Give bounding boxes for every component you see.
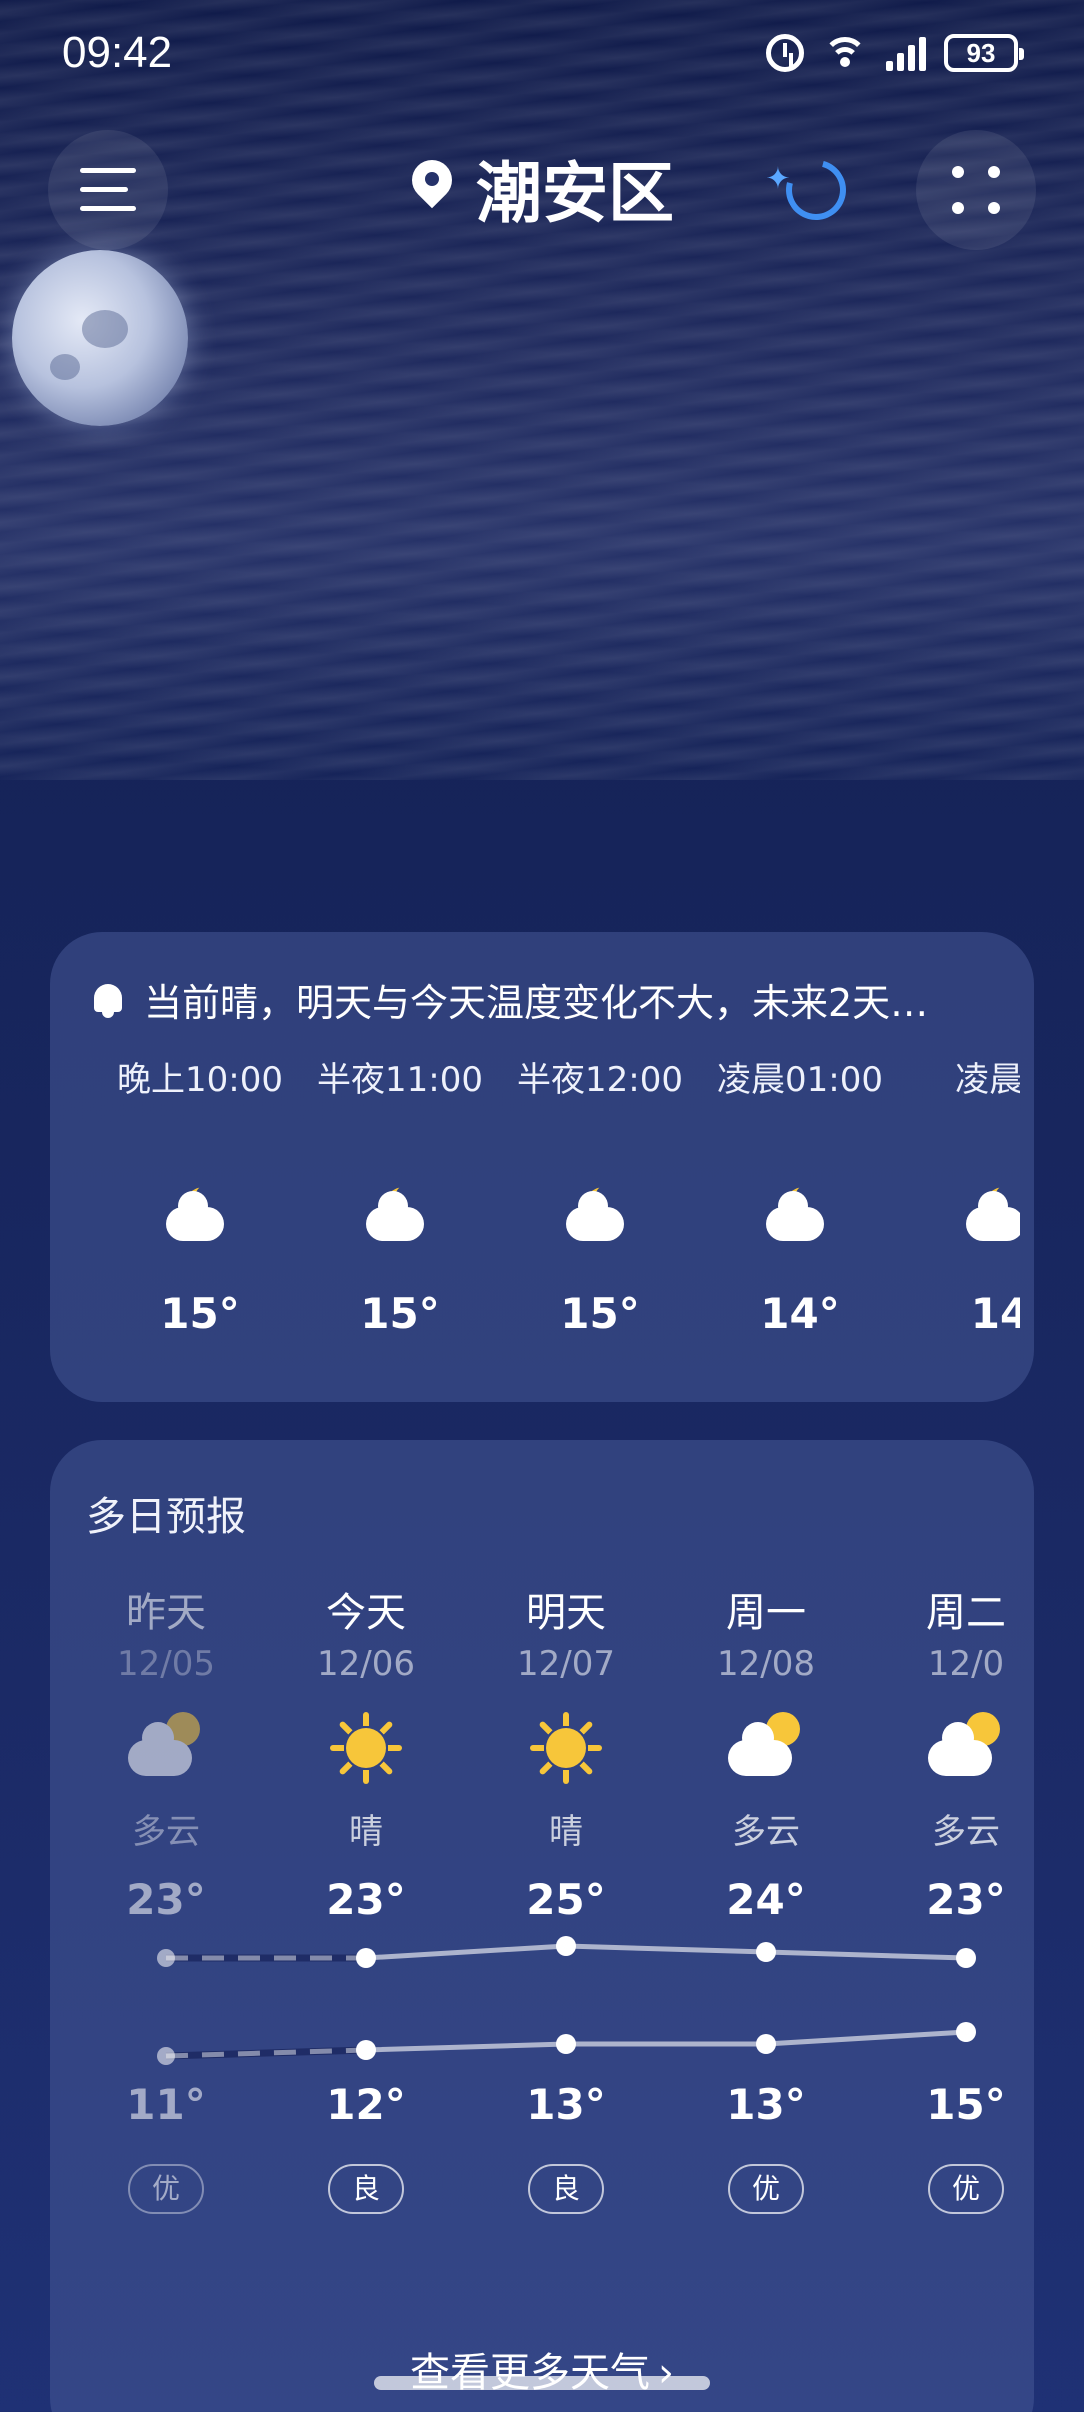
day-name: 明天 [526,1590,606,1636]
partly-cloudy-icon [124,1710,208,1786]
day-name: 周二 [926,1590,1006,1636]
day-low-temp: 13° [526,2080,606,2129]
home-indicator[interactable] [374,2376,710,2390]
hour-item: 晚上10:00 15° [100,1052,300,1338]
day-date: 12/08 [717,1644,815,1684]
more-button[interactable] [916,130,1036,250]
low-temp-point [356,2040,376,2060]
hour-time: 半夜12:00 [517,1060,683,1100]
day-high-temp: 24° [726,1875,806,1924]
day-name: 周一 [726,1590,806,1636]
hourly-forecast-card[interactable]: 当前晴，明天与今天温度变化不大，未来2天… 晚上10:00 15° 半夜11:0… [50,932,1034,1402]
low-temp-point [756,2034,776,2054]
battery-level: 93 [966,37,996,68]
past-segment-mask [165,2046,367,2060]
day-date: 12/07 [517,1644,615,1684]
day-condition: 多云 [132,1812,200,1852]
hour-time: 凌晨0 [955,1060,1020,1100]
status-bar: 09:42 93 [0,0,1084,110]
wifi-icon [822,35,868,71]
day-item[interactable]: 周二 12/0 多云 23° 15° 优 [866,1580,1010,2214]
hour-temp: 15° [160,1289,240,1338]
day-high-temp: 23° [926,1875,1006,1924]
low-temp-point [956,2022,976,2042]
day-item[interactable]: 今天 12/06 晴 23° 12° 良 [266,1580,466,2214]
daily-title: 多日预报 [86,1494,246,1540]
day-low-temp: 11° [126,2080,206,2129]
hour-temp: 15° [360,1289,440,1338]
daily-forecast-card[interactable]: 多日预报 昨天 12/05 多云 23° 11° 优 今天 12/06 晴 23… [50,1440,1034,2412]
sun-icon [324,1710,408,1786]
hourly-list[interactable]: 晚上10:00 15° 半夜11:00 15° 半夜12:00 15° 凌晨01… [100,1052,1020,1392]
day-low-temp: 13° [726,2080,806,2129]
day-condition: 多云 [732,1812,800,1852]
day-name: 昨天 [126,1590,206,1636]
location-pin-icon [410,160,454,216]
alarm-icon [766,34,804,72]
day-date: 12/06 [317,1644,415,1684]
hour-item: 凌晨0 14 [900,1052,1020,1338]
partly-cloudy-icon [924,1710,1008,1786]
weather-alert[interactable]: 当前晴，明天与今天温度变化不大，未来2天… [90,972,1010,1027]
hour-item: 半夜11:00 15° [300,1052,500,1338]
status-time: 09:42 [62,28,173,77]
sun-icon [524,1710,608,1786]
cloud-moon-icon [560,1181,640,1251]
hour-time: 晚上10:00 [117,1060,283,1100]
day-high-temp: 25° [526,1875,606,1924]
day-condition: 晴 [549,1812,583,1852]
daily-list[interactable]: 昨天 12/05 多云 23° 11° 优 今天 12/06 晴 23° 12°… [50,1580,1010,2340]
day-high-temp: 23° [126,1875,206,1924]
signal-icon [886,35,926,71]
city-name[interactable]: 潮安区 [476,140,674,236]
high-temp-point [356,1948,376,1968]
hour-time: 半夜11:00 [317,1060,483,1100]
aqi-badge: 优 [728,2164,804,2214]
bell-icon [90,980,126,1020]
cloud-moon-icon [760,1181,840,1251]
day-item[interactable]: 周一 12/08 多云 24° 13° 优 [666,1580,866,2214]
day-name: 今天 [326,1590,406,1636]
status-icons: 93 [766,34,1024,72]
aqi-badge: 优 [928,2164,1004,2214]
cloud-moon-icon [360,1181,440,1251]
cloud-moon-icon [960,1181,1020,1251]
hour-temp: 14° [760,1289,840,1338]
alert-text: 当前晴，明天与今天温度变化不大，未来2天… [144,981,929,1025]
hour-time: 凌晨01:00 [717,1060,883,1100]
partly-cloudy-icon [724,1710,808,1786]
day-item[interactable]: 昨天 12/05 多云 23° 11° 优 [66,1580,266,2214]
high-temp-point [556,1936,576,1956]
day-low-temp: 12° [326,2080,406,2129]
day-item[interactable]: 明天 12/07 晴 25° 13° 良 [466,1580,666,2214]
battery-icon: 93 [944,34,1024,72]
cloud-moon-icon [160,1181,240,1251]
moon-image [12,250,188,426]
day-date: 12/05 [117,1644,215,1684]
hour-item: 半夜12:00 15° [500,1052,700,1338]
day-condition: 多云 [932,1812,1000,1852]
day-low-temp: 15° [926,2080,1006,2129]
high-temp-point [756,1942,776,1962]
hour-temp: 15° [560,1289,640,1338]
aqi-badge: 良 [528,2164,604,2214]
hour-item: 凌晨01:00 14° [700,1052,900,1338]
aqi-badge: 良 [328,2164,404,2214]
day-date: 12/0 [927,1644,1005,1684]
day-condition: 晴 [349,1812,383,1852]
aqi-badge: 优 [128,2164,204,2214]
high-temp-point [956,1948,976,1968]
day-high-temp: 23° [326,1875,406,1924]
low-temp-point [157,2047,175,2065]
low-temp-point [556,2034,576,2054]
high-temp-point [157,1949,175,1967]
hour-temp: 14 [970,1289,1020,1338]
